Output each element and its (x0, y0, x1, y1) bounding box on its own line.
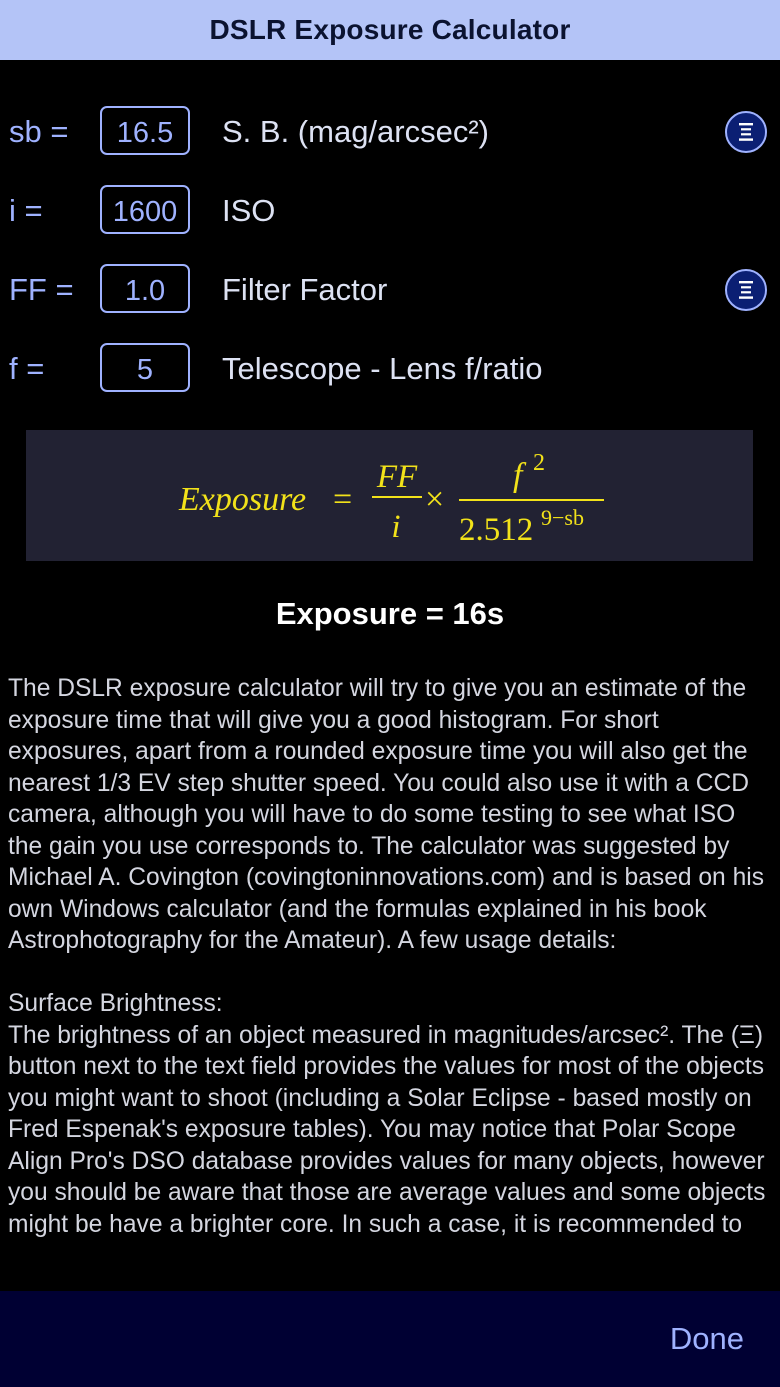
fratio-variable-label: f = (9, 351, 45, 386)
fratio-input[interactable]: 5 (100, 343, 190, 392)
formula-den1: i (391, 509, 400, 545)
formula-num1: FF (376, 459, 418, 495)
iso-variable-label: i = (9, 193, 43, 228)
list-icon (739, 281, 753, 299)
formula-times: × (425, 481, 444, 518)
ff-description-label: Filter Factor (222, 272, 388, 307)
formula-den2-base: 2.512 (459, 512, 533, 548)
done-button[interactable]: Done (670, 1321, 744, 1357)
formula-den2-exponent: 9−sb (541, 505, 584, 530)
sb-input[interactable]: 16.5 (100, 106, 190, 155)
formula-lhs: Exposure (178, 481, 306, 518)
list-icon (739, 123, 753, 141)
fratio-row: f = 5 Telescope - Lens f/ratio (0, 343, 780, 397)
formula-num2-base: f (513, 457, 527, 494)
exposure-result: Exposure = 16s (275, 596, 505, 631)
ff-input[interactable]: 1.0 (100, 264, 190, 313)
calculator-screen: DSLR Exposure Calculator sb = 16.5 S. B.… (0, 0, 780, 1387)
description-paragraph-intro: The DSLR exposure calculator will try to… (8, 675, 771, 954)
ff-variable-label: FF = (9, 272, 74, 307)
paragraph-spacer (8, 957, 772, 989)
sb-description-label: S. B. (mag/arcsec²) (222, 114, 489, 149)
formula-fraction-bar-1 (372, 496, 422, 498)
sb-row: sb = 16.5 S. B. (mag/arcsec²) (0, 106, 780, 160)
description-heading-surface-brightness: Surface Brightness: (8, 990, 223, 1017)
iso-description-label: ISO (222, 193, 276, 228)
sb-variable-label: sb = (9, 114, 69, 149)
formula-fraction-bar-2 (459, 499, 604, 501)
page-title: DSLR Exposure Calculator (209, 14, 571, 45)
iso-row: i = 1600 ISO (0, 185, 780, 239)
ff-list-button[interactable] (725, 269, 767, 311)
nav-bar: DSLR Exposure Calculator (0, 0, 780, 60)
description-text: The DSLR exposure calculator will try to… (8, 673, 772, 1291)
sb-list-button[interactable] (725, 111, 767, 153)
description-paragraph-surface-brightness: The brightness of an object measured in … (8, 1021, 772, 1238)
iso-input[interactable]: 1600 (100, 185, 190, 234)
formula-num2-exponent: 2 (533, 450, 545, 476)
exposure-formula: Exposure = FF i × f 2 2.512 9−sb (26, 430, 753, 561)
fratio-description-label: Telescope - Lens f/ratio (222, 351, 543, 386)
formula-graphic: Exposure = FF i × f 2 2.512 9−sb (178, 450, 604, 548)
formula-equals: = (333, 481, 352, 518)
ff-row: FF = 1.0 Filter Factor (0, 264, 780, 318)
bottom-toolbar: Done (0, 1291, 780, 1387)
